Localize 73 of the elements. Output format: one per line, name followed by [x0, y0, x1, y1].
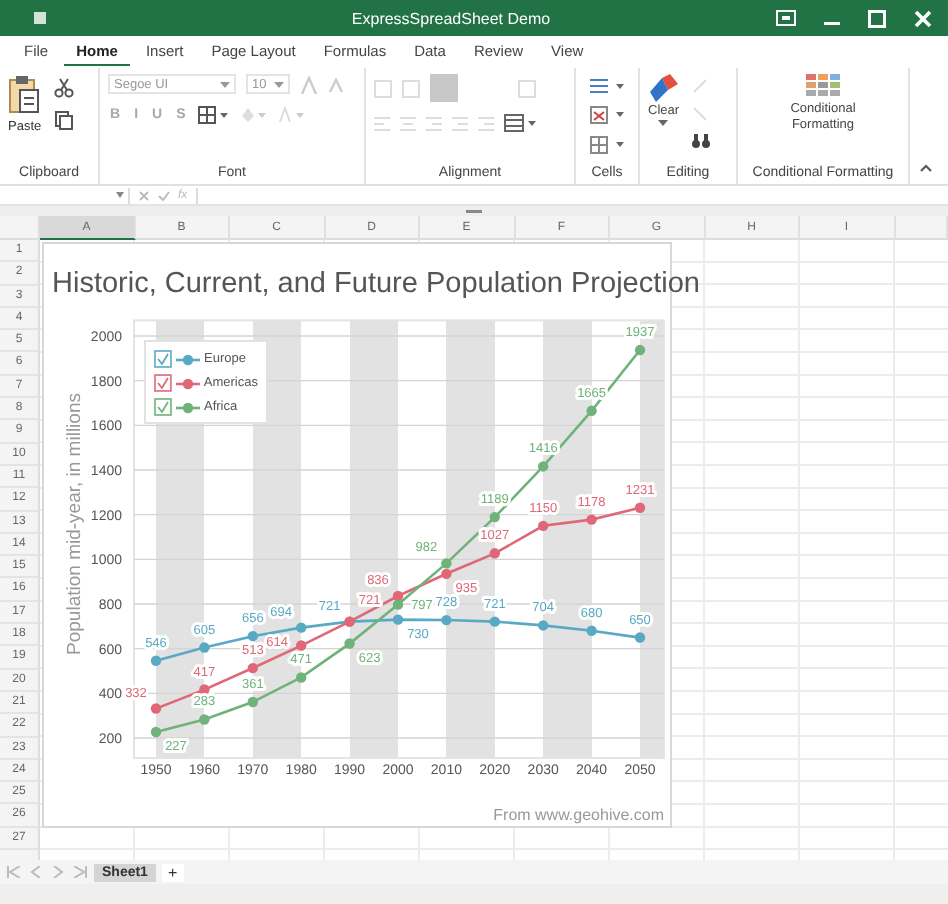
- caret-icon: [274, 81, 284, 87]
- data-point: [634, 632, 646, 643]
- data-point: [296, 640, 307, 651]
- eraser-icon[interactable]: [649, 74, 678, 102]
- delete-cells-icon[interactable]: [589, 106, 625, 124]
- cancel-icon[interactable]: [138, 189, 150, 201]
- checkbox-icon[interactable]: [154, 398, 172, 416]
- increase-indent-icon[interactable]: [478, 115, 494, 131]
- window-title: ExpressSpreadSheet Demo: [349, 9, 553, 27]
- previous-sheet-icon[interactable]: [28, 866, 44, 878]
- checkbox-icon[interactable]: [154, 350, 172, 368]
- data-point: [199, 714, 210, 725]
- align-right-icon[interactable]: [426, 115, 442, 131]
- merge-cells-icon[interactable]: [504, 114, 538, 132]
- format-cells-icon[interactable]: [589, 136, 625, 154]
- data-point: [247, 630, 258, 642]
- data-point: [296, 622, 307, 633]
- caret-icon: [116, 192, 124, 198]
- borders-icon[interactable]: [197, 106, 230, 124]
- source-note: From www.geohive.com: [493, 806, 664, 824]
- data-point: [586, 625, 597, 636]
- data-point: [247, 696, 258, 708]
- data-point: [441, 614, 452, 626]
- next-sheet-icon[interactable]: [50, 866, 66, 878]
- collapse-ribbon-icon[interactable]: [920, 164, 932, 172]
- data-point: [247, 662, 258, 674]
- font-color-icon[interactable]: [277, 106, 306, 124]
- y-axis-title: Population mid-year, in millions: [64, 393, 86, 655]
- decrease-indent-icon[interactable]: [452, 115, 468, 131]
- scissors-icon[interactable]: [53, 78, 74, 98]
- legend-marker-icon: [176, 401, 200, 413]
- app-icon: [34, 12, 46, 24]
- data-point: [199, 684, 210, 695]
- data-point: [296, 672, 307, 683]
- close-icon[interactable]: [914, 9, 932, 27]
- data-point: [489, 616, 500, 627]
- fill-color-icon[interactable]: [239, 106, 268, 124]
- insert-cells-icon[interactable]: [589, 78, 625, 94]
- data-point: [538, 461, 549, 472]
- caret-icon: [658, 120, 669, 126]
- data-point: [489, 548, 500, 559]
- maximize-icon[interactable]: [868, 9, 886, 27]
- color-grid-icon[interactable]: [806, 74, 840, 96]
- last-sheet-icon[interactable]: [72, 866, 88, 878]
- data-point: [392, 614, 404, 625]
- splitter-handle-icon[interactable]: [466, 209, 482, 213]
- data-point: [538, 620, 549, 631]
- caret-icon: [220, 81, 230, 87]
- align-center-icon[interactable]: [400, 115, 416, 131]
- data-point: [150, 655, 162, 666]
- legend-marker-icon: [176, 353, 200, 365]
- add-sheet-button[interactable]: +: [161, 863, 184, 881]
- data-point: [586, 405, 597, 416]
- data-point: [489, 511, 500, 523]
- chart-title: Historic, Current, and Future Population Projection: [52, 268, 700, 300]
- data-point: [150, 726, 162, 738]
- check-icon[interactable]: [158, 189, 170, 201]
- data-point: [634, 344, 646, 356]
- binoculars-icon[interactable]: [691, 134, 710, 148]
- align-left-icon[interactable]: [374, 115, 390, 131]
- ribbon-display-icon[interactable]: [776, 10, 796, 26]
- first-sheet-icon[interactable]: [6, 866, 22, 878]
- data-point: [538, 520, 549, 532]
- data-point: [150, 703, 162, 714]
- column-header[interactable]: [895, 216, 948, 240]
- clipboard-icon[interactable]: [8, 74, 41, 114]
- data-point: [344, 638, 355, 649]
- data-point: [586, 514, 597, 525]
- checkbox-icon[interactable]: [154, 374, 172, 392]
- data-point: [199, 642, 210, 653]
- copy-icon[interactable]: [53, 110, 74, 130]
- data-point: [634, 502, 646, 513]
- legend-marker-icon: [175, 377, 200, 389]
